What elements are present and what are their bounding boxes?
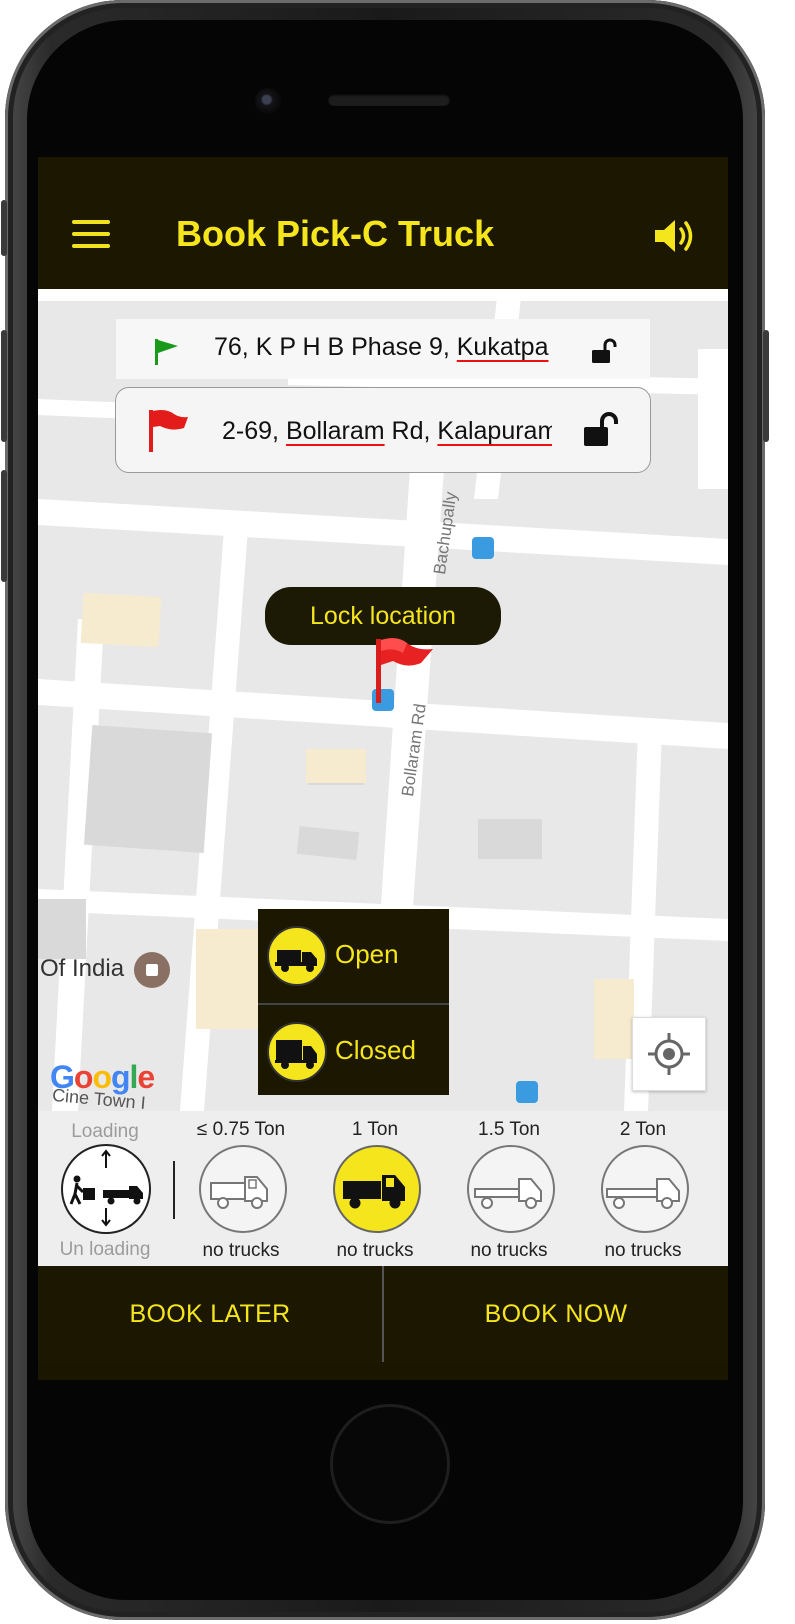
- speaker-volume-icon[interactable]: [653, 217, 699, 255]
- truck-availability: no trucks: [336, 1240, 414, 1261]
- selected-truck-icon: [333, 1145, 421, 1233]
- my-location-icon[interactable]: [632, 1017, 706, 1091]
- book-later-button[interactable]: BOOK LATER: [38, 1266, 382, 1362]
- truck-type-closed[interactable]: Closed: [258, 1003, 449, 1097]
- loading-unloading-option[interactable]: Loading Un loading: [38, 1111, 172, 1266]
- bus-stop-icon: [472, 537, 494, 559]
- loading-label: Loading: [71, 1121, 139, 1142]
- truck-option-2-ton[interactable]: 2 Ton no trucks: [576, 1111, 710, 1266]
- unlocked-padlock-icon[interactable]: [582, 412, 622, 453]
- hamburger-menu-icon[interactable]: [72, 220, 110, 248]
- green-flag-icon: [152, 337, 182, 372]
- truck-availability: no trucks: [202, 1240, 280, 1261]
- front-camera: [255, 88, 281, 114]
- pickup-address-field[interactable]: 76, K P H B Phase 9, Kukatpa: [116, 319, 650, 379]
- booking-actions: BOOK LATER BOOK NOW: [38, 1266, 728, 1362]
- medium-truck-icon: [467, 1145, 555, 1233]
- truck-type-open[interactable]: Open: [258, 909, 449, 1001]
- home-button[interactable]: [330, 1404, 450, 1524]
- earpiece-speaker: [328, 94, 450, 106]
- truck-option-1.5-ton[interactable]: 1.5 Ton no trucks: [442, 1111, 576, 1266]
- poi-marker-icon[interactable]: [134, 952, 170, 988]
- truck-type-menu: Open Closed: [258, 909, 449, 1095]
- truck-capacity-label: 2 Ton: [619, 1119, 667, 1140]
- book-now-button[interactable]: BOOK NOW: [384, 1266, 728, 1362]
- truck-capacity-label: 1 Ton: [351, 1119, 399, 1140]
- truck-availability: no trucks: [470, 1240, 548, 1261]
- truck-option-1-ton[interactable]: 1 Ton no trucks: [308, 1111, 442, 1266]
- map-drop-pin-icon[interactable]: [373, 635, 437, 710]
- page-title: Book Pick-C Truck: [176, 213, 495, 254]
- drop-address-text: 2-69, Bollaram Rd, Kalapuram: [222, 417, 552, 445]
- vehicle-selector: Loading Un loading ≤ 0.75 Ton no trucks …: [38, 1111, 728, 1266]
- truck-type-label: Closed: [335, 1035, 416, 1065]
- pickup-address-text: 76, K P H B Phase 9, Kukatpa: [214, 333, 549, 361]
- map-view[interactable]: Bachupally Bollaram Rd 76, K P H B Phase…: [38, 289, 728, 1111]
- red-flag-icon: [146, 408, 190, 459]
- drop-address-field[interactable]: 2-69, Bollaram Rd, Kalapuram: [115, 387, 651, 473]
- large-truck-icon: [601, 1145, 689, 1233]
- volume-down-button: [1, 470, 7, 582]
- open-truck-icon: [267, 926, 327, 986]
- app-screen: Book Pick-C Truck Bachupally Bollaram Rd…: [38, 157, 728, 1380]
- mini-truck-icon: [199, 1145, 287, 1233]
- mute-switch: [1, 200, 7, 256]
- volume-up-button: [1, 330, 7, 442]
- truck-option-0.75-ton[interactable]: ≤ 0.75 Ton no trucks: [174, 1111, 308, 1266]
- unlocked-padlock-icon[interactable]: [590, 337, 618, 370]
- truck-capacity-label: 1.5 Ton: [478, 1119, 540, 1140]
- unloading-label: Un loading: [59, 1239, 151, 1260]
- loading-unloading-icon: [61, 1144, 151, 1234]
- app-bar: Book Pick-C Truck: [38, 157, 728, 289]
- truck-availability: no trucks: [604, 1240, 682, 1261]
- bus-stop-icon: [516, 1081, 538, 1103]
- power-button: [763, 330, 769, 442]
- truck-capacity-label: ≤ 0.75 Ton: [196, 1119, 286, 1140]
- poi-label: Of India: [40, 955, 125, 982]
- truck-type-label: Open: [335, 939, 399, 969]
- closed-truck-icon: [267, 1022, 327, 1082]
